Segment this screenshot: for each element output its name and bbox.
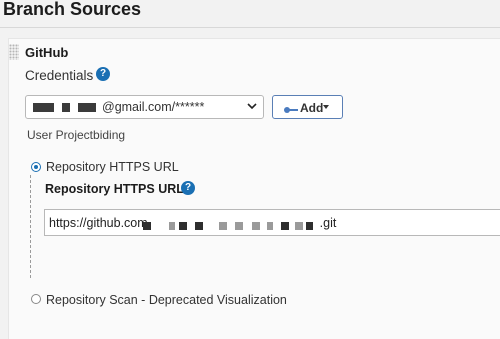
credentials-help-icon[interactable]: ? (96, 67, 110, 81)
credentials-label: Credentials (25, 68, 94, 83)
caret-down-icon (323, 105, 329, 109)
key-icon (283, 103, 299, 113)
redacted-block (78, 103, 96, 112)
redacted-block (219, 222, 227, 230)
redacted-block (306, 222, 313, 230)
credentials-select-value: @gmail.com/****** (33, 100, 204, 114)
source-name: GitHub (25, 45, 69, 60)
url-suffix: .git (319, 216, 337, 230)
url-field-label: Repository HTTPS URL (45, 182, 184, 196)
redacted-block (281, 222, 289, 230)
repository-scan-radio-label[interactable]: Repository Scan - Deprecated Visualizati… (46, 293, 287, 307)
option-group-connector (30, 175, 31, 278)
repository-scan-radio[interactable] (31, 294, 41, 304)
url-help-icon[interactable]: ? (181, 181, 195, 195)
repository-url-input[interactable]: https://github.com .git (44, 209, 500, 236)
redacted-block (295, 222, 303, 230)
https-url-radio-label[interactable]: Repository HTTPS URL (46, 160, 179, 174)
redacted-block (169, 222, 175, 230)
drag-handle-icon[interactable] (9, 44, 19, 60)
url-prefix: https://github.com (49, 216, 148, 230)
section-divider (0, 27, 500, 28)
section-title: Branch Sources (0, 0, 500, 26)
redacted-block (62, 103, 70, 112)
chevron-down-icon (247, 101, 257, 111)
credentials-value-text: @gmail.com/****** (102, 100, 205, 114)
redacted-block (235, 222, 243, 230)
add-credentials-button[interactable]: Add (272, 95, 343, 119)
repository-url-value: https://github.com .git (49, 216, 336, 230)
user-project-text: User Projectbiding (27, 128, 126, 142)
redacted-block (33, 103, 54, 112)
redacted-block (252, 222, 260, 230)
add-button-label: Add (300, 101, 324, 115)
redacted-block (195, 222, 203, 230)
redacted-block (267, 222, 273, 230)
redacted-block (179, 222, 187, 230)
credentials-select[interactable]: @gmail.com/****** (25, 95, 264, 119)
https-url-radio[interactable] (31, 162, 41, 172)
redacted-block (143, 222, 151, 230)
